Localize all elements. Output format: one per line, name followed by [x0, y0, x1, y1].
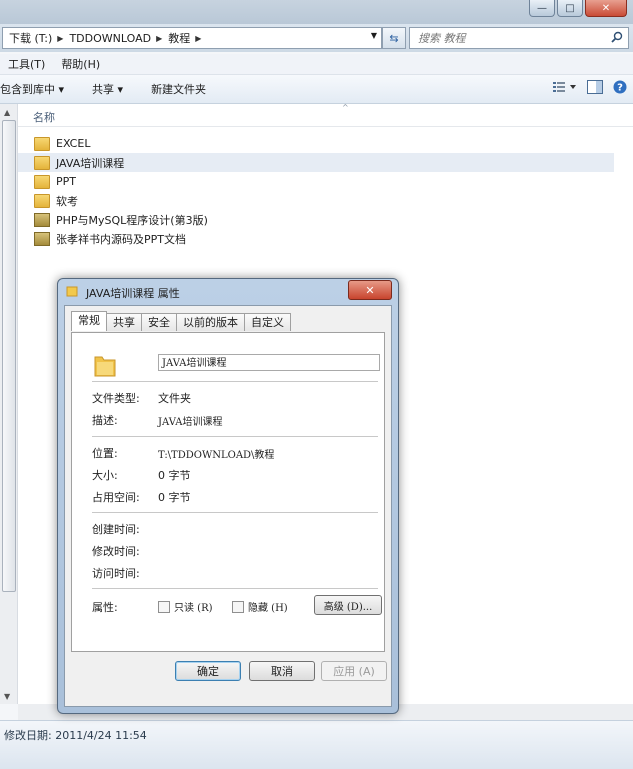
window-title-bar: — □ ✕ [0, 0, 633, 24]
scrollbar-thumb[interactable] [2, 120, 16, 592]
list-item[interactable]: PPT [18, 172, 618, 191]
view-options-icon[interactable] [553, 81, 577, 93]
modified-label: 修改时间: [92, 545, 140, 558]
checkbox-box[interactable] [158, 600, 170, 613]
search-input[interactable] [416, 30, 600, 46]
status-bar: 修改日期: 2011/4/24 11:54 [0, 720, 633, 769]
search-icon[interactable] [611, 31, 623, 43]
type-value: 文件夹 [158, 392, 191, 405]
folder-name-field[interactable]: JAVA培训课程 [158, 354, 380, 371]
divider [92, 381, 378, 382]
list-item-selected[interactable]: JAVA培训课程 [18, 153, 614, 172]
apply-button[interactable]: 应用 (A) [321, 661, 387, 681]
item-name: JAVA培训课程 [56, 156, 125, 170]
tab-customize[interactable]: 自定义 [244, 313, 291, 331]
tab-general[interactable]: 常规 [71, 311, 107, 331]
type-label: 文件类型: [92, 392, 140, 405]
scroll-down-icon[interactable]: ▼ [4, 692, 10, 701]
column-header-name[interactable]: 名称 ^ [18, 103, 633, 127]
tab-security[interactable]: 安全 [141, 313, 177, 331]
breadcrumb-drive[interactable]: 下载 (T:) [3, 30, 57, 46]
created-label: 创建时间: [92, 523, 140, 536]
scroll-up-icon[interactable]: ▲ [4, 108, 10, 117]
breadcrumb-tutorial[interactable]: 教程 [162, 30, 195, 46]
cancel-button[interactable]: 取消 [249, 661, 315, 681]
list-item[interactable]: EXCEL [18, 134, 618, 153]
list-item[interactable]: 软考 [18, 191, 618, 210]
column-label: 名称 [33, 111, 55, 124]
divider [92, 436, 378, 437]
book-icon [34, 212, 50, 227]
close-window-button[interactable]: ✕ [585, 0, 627, 17]
menu-tools[interactable]: 工具(T) [0, 56, 53, 72]
breadcrumb-tddownload[interactable]: TDDOWNLOAD [63, 32, 156, 45]
address-row: 下载 (T:) ▶ TDDOWNLOAD ▶ 教程 ▶ ▼ ⇆ [0, 24, 633, 52]
item-name: PHP与MySQL程序设计(第3版) [56, 213, 208, 227]
include-in-library-button[interactable]: 包含到库中 ▾ [0, 81, 78, 97]
share-button[interactable]: 共享 ▾ [78, 81, 137, 97]
window-controls: — □ ✕ [529, 0, 627, 17]
menu-bar: 工具(T) 帮助(H) [0, 54, 633, 75]
tab-previous-versions[interactable]: 以前的版本 [176, 313, 245, 331]
divider [92, 588, 378, 589]
refresh-button[interactable]: ⇆ [382, 27, 406, 49]
modified-date: 修改日期: 2011/4/24 11:54 [4, 729, 147, 742]
tab-strip: 常规 共享 安全 以前的版本 自定义 [71, 311, 291, 331]
item-name: 软考 [56, 194, 78, 208]
folder-icon [34, 155, 50, 170]
size-value: 0 字节 [158, 469, 191, 482]
dialog-title: JAVA培训课程 属性 [86, 287, 180, 300]
general-panel: JAVA培训课程 文件类型: 文件夹 描述: JAVA培训课程 位置: T:\T… [71, 332, 385, 652]
hidden-label: 隐藏 (H) [248, 603, 288, 614]
readonly-checkbox[interactable]: 只读 (R) [158, 599, 213, 614]
menu-help[interactable]: 帮助(H) [53, 56, 108, 72]
toolbar-right: ? [553, 80, 627, 94]
refresh-icon: ⇆ [389, 31, 399, 45]
preview-pane-icon[interactable] [587, 80, 603, 94]
folder-icon [94, 356, 116, 377]
folder-icon [66, 286, 78, 297]
dialog-body: 常规 共享 安全 以前的版本 自定义 JAVA培训课程 文件类型: 文件夹 描述… [64, 305, 392, 707]
folder-icon [34, 174, 50, 189]
dialog-close-button[interactable]: ✕ [348, 280, 392, 300]
readonly-label: 只读 (R) [174, 603, 213, 614]
help-icon[interactable]: ? [613, 80, 627, 94]
size-label: 大小: [92, 469, 118, 482]
properties-dialog: JAVA培训课程 属性 ✕ 常规 共享 安全 以前的版本 自定义 JAVA培训课… [57, 278, 399, 714]
item-name: EXCEL [56, 137, 91, 150]
file-list: EXCEL JAVA培训课程 PPT 软考 PHP与MySQL程序设计(第3版)… [18, 134, 618, 248]
command-toolbar: 包含到库中 ▾ 共享 ▾ 新建文件夹 ? [0, 75, 633, 104]
size-on-disk-value: 0 字节 [158, 491, 191, 504]
size-on-disk-label: 占用空间: [92, 491, 140, 504]
divider [92, 512, 378, 513]
hidden-checkbox[interactable]: 隐藏 (H) [232, 599, 288, 614]
maximize-button[interactable]: □ [557, 0, 583, 17]
description-label: 描述: [92, 414, 118, 427]
vertical-scrollbar[interactable]: ▲ ▼ [0, 104, 18, 704]
attributes-label: 属性: [92, 601, 118, 614]
ok-button[interactable]: 确定 [175, 661, 241, 681]
list-item[interactable]: PHP与MySQL程序设计(第3版) [18, 210, 618, 229]
sort-ascending-icon: ^ [342, 103, 349, 112]
new-folder-button[interactable]: 新建文件夹 [137, 81, 220, 97]
minimize-button[interactable]: — [529, 0, 555, 17]
list-item[interactable]: 张孝祥书内源码及PPT文档 [18, 229, 618, 248]
address-dropdown-icon[interactable]: ▼ [371, 31, 377, 40]
checkbox-box[interactable] [232, 600, 244, 613]
description-value: JAVA培训课程 [158, 417, 223, 428]
location-value: T:\TDDOWNLOAD\教程 [158, 450, 275, 461]
advanced-button[interactable]: 高级 (D)... [314, 595, 382, 615]
location-label: 位置: [92, 447, 118, 460]
folder-icon [34, 193, 50, 208]
book-icon [34, 231, 50, 246]
search-box[interactable] [409, 27, 629, 49]
item-name: PPT [56, 175, 76, 188]
tab-sharing[interactable]: 共享 [106, 313, 142, 331]
svg-text:?: ? [617, 83, 623, 94]
breadcrumb-separator-icon[interactable]: ▶ [195, 34, 201, 43]
accessed-label: 访问时间: [92, 567, 140, 580]
item-name: 张孝祥书内源码及PPT文档 [56, 232, 186, 246]
address-bar[interactable]: 下载 (T:) ▶ TDDOWNLOAD ▶ 教程 ▶ ▼ [2, 27, 382, 49]
folder-icon [34, 136, 50, 151]
